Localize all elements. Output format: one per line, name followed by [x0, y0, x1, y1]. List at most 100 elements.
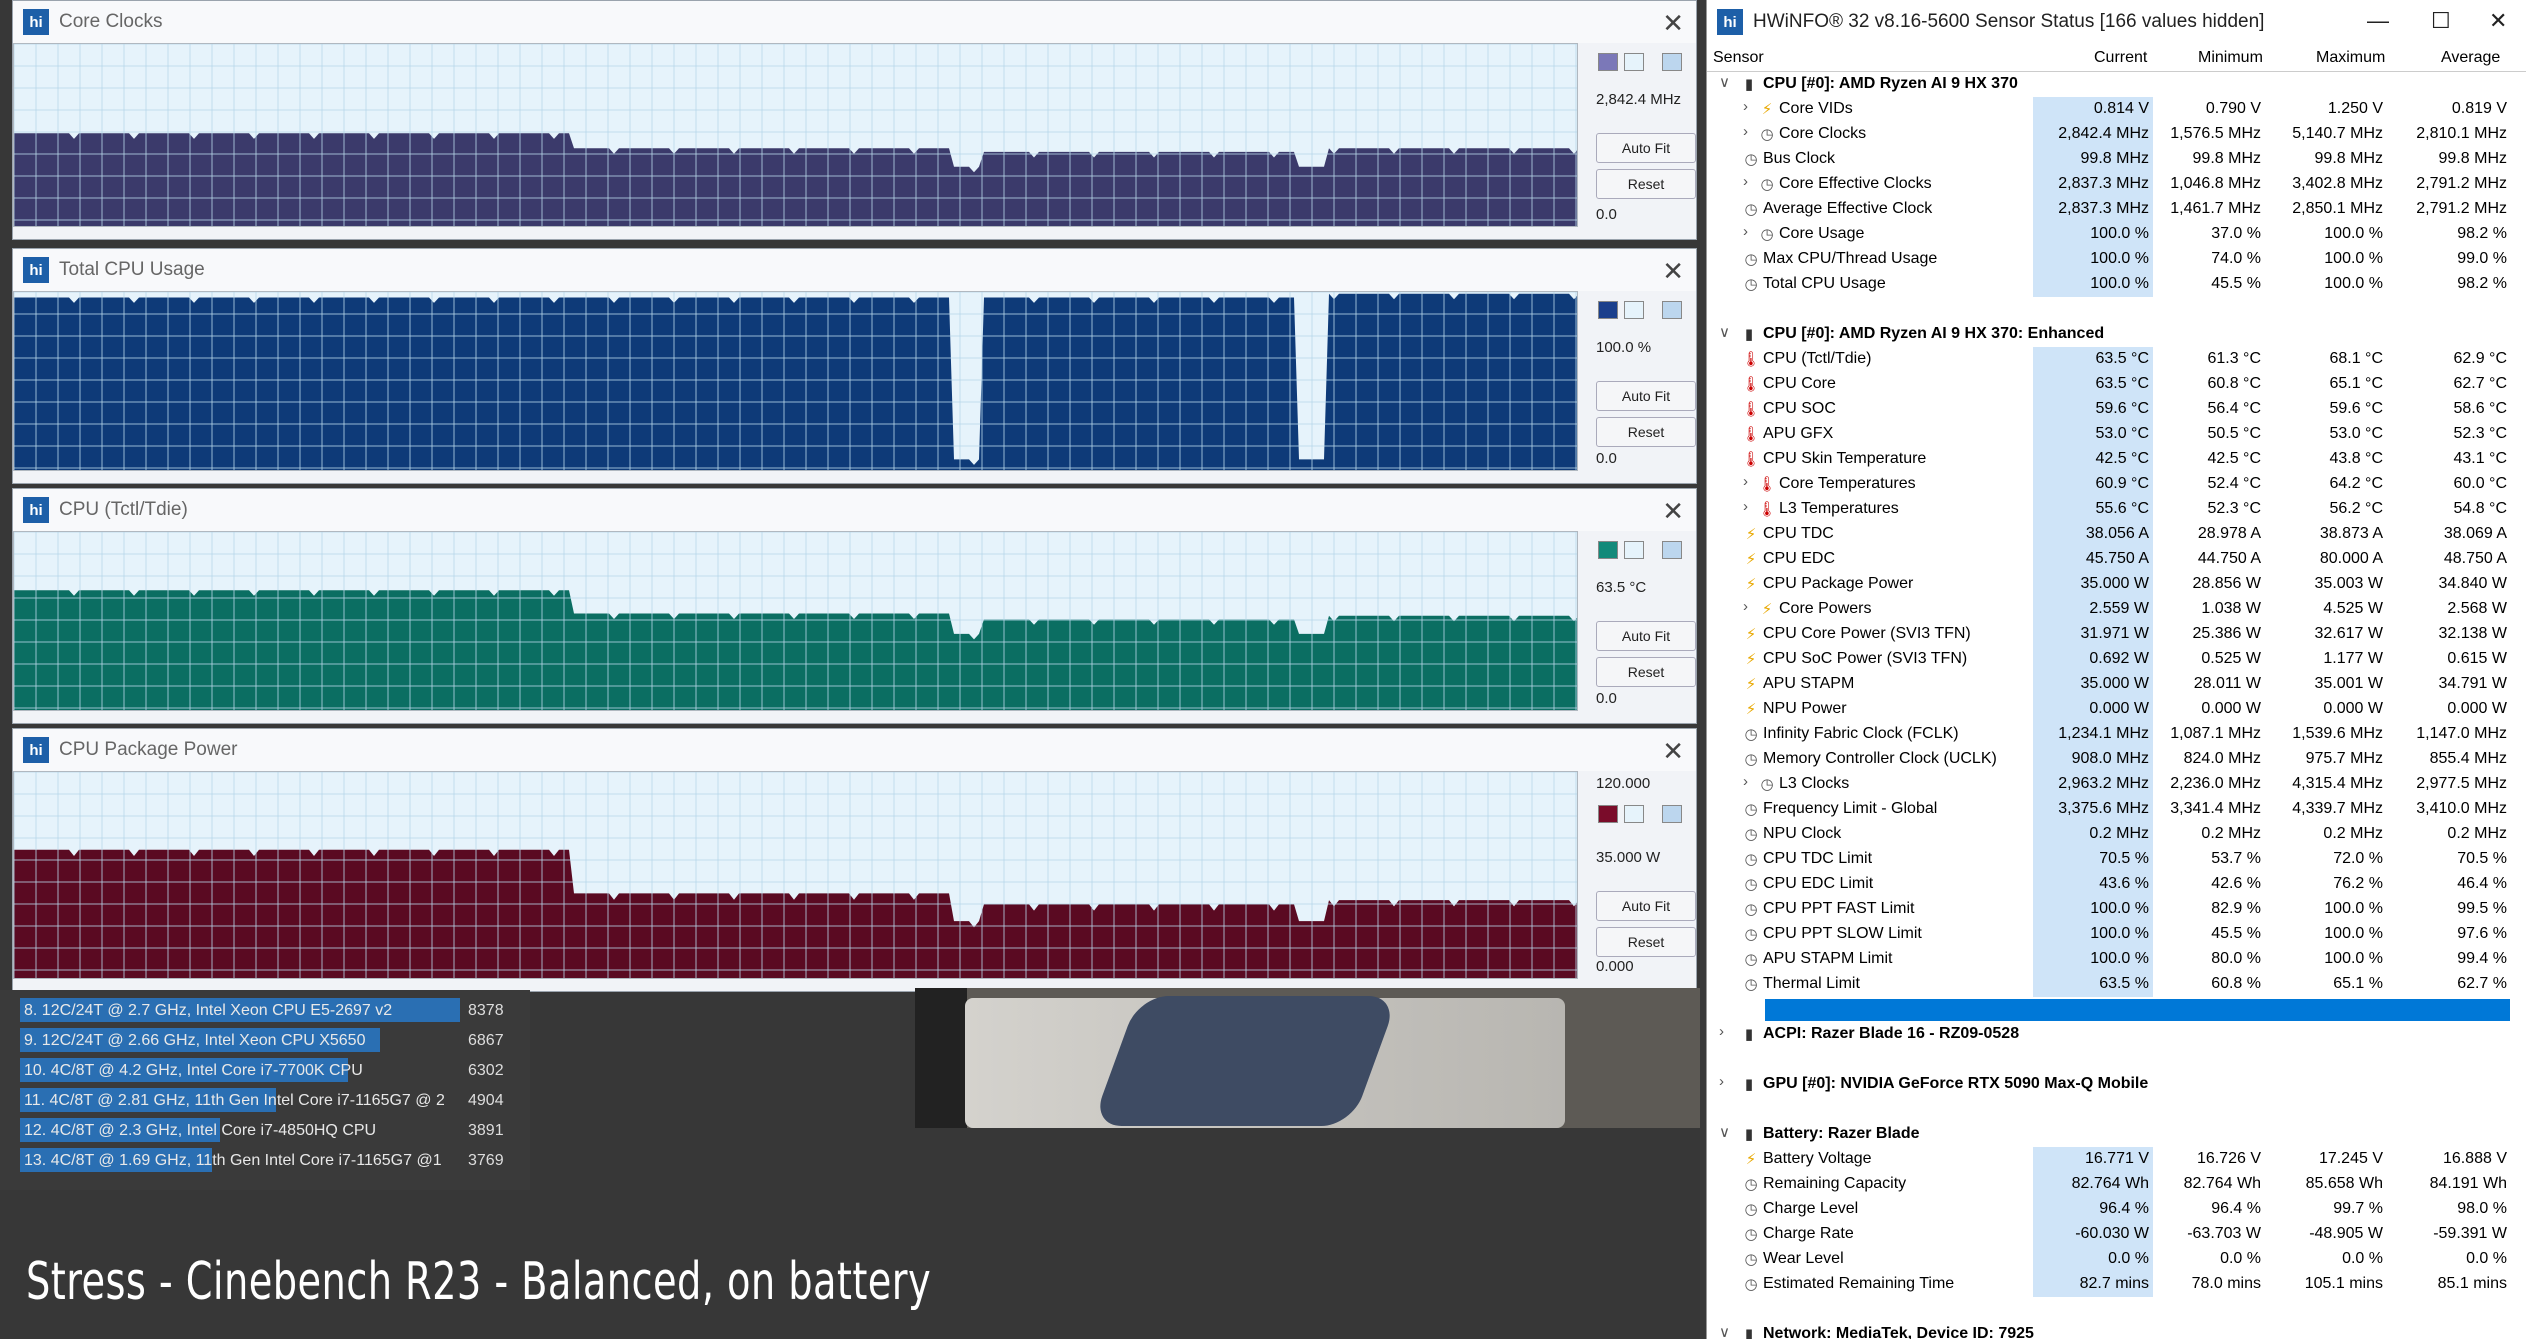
reset-button[interactable]: Reset: [1596, 417, 1696, 447]
expand-toggle-icon[interactable]: ›: [1743, 98, 1748, 115]
background-color-swatch[interactable]: [1624, 541, 1644, 559]
expand-toggle-icon[interactable]: ∨: [1719, 1123, 1730, 1141]
sensor-row[interactable]: 🌡 CPU (Tctl/Tdie) 63.5 °C 61.3 °C 68.1 °C 62.…: [1707, 347, 2526, 372]
expand-toggle-icon[interactable]: ›: [1719, 1023, 1724, 1040]
grid-color-swatch[interactable]: [1662, 301, 1682, 319]
sensor-row[interactable]: › ◷ Core Usage 100.0 % 37.0 % 100.0 % 98.2 %: [1707, 222, 2526, 247]
sensor-row[interactable]: ◷ CPU PPT FAST Limit 100.0 % 82.9 % 100.0 % 9…: [1707, 897, 2526, 922]
sensor-row[interactable]: ⚡ CPU EDC 45.750 A 44.750 A 80.000 A 48.750 A: [1707, 547, 2526, 572]
series-color-swatch[interactable]: [1598, 53, 1618, 71]
graph-titlebar[interactable]: hi CPU (Tctl/Tdie): [13, 489, 1696, 531]
col-sensor[interactable]: Sensor: [1713, 49, 1764, 67]
sensor-row[interactable]: ◷ NPU Clock 0.2 MHz 0.2 MHz 0.2 MHz 0.2 MHz: [1707, 822, 2526, 847]
sensor-row[interactable]: › ◷ Core Effective Clocks 2,837.3 MHz 1,046.…: [1707, 172, 2526, 197]
expand-toggle-icon[interactable]: ›: [1743, 598, 1748, 615]
sensor-row[interactable]: ⚡ CPU TDC 38.056 A 28.978 A 38.873 A 38.069 A: [1707, 522, 2526, 547]
hwinfo-titlebar[interactable]: hi HWiNFO® 32 v8.16-5600 Sensor Status […: [1707, 0, 2526, 44]
auto-fit-button[interactable]: Auto Fit: [1596, 133, 1696, 163]
sensor-row[interactable]: › 🌡 Core Temperatures 60.9 °C 52.4 °C 64.2 °C…: [1707, 472, 2526, 497]
sensor-row[interactable]: ⚡ CPU SoC Power (SVI3 TFN) 0.692 W 0.525 W 1…: [1707, 647, 2526, 672]
minimize-button[interactable]: —: [2367, 8, 2389, 34]
sensor-row[interactable]: ◷ CPU TDC Limit 70.5 % 53.7 % 72.0 % 70.5 %: [1707, 847, 2526, 872]
series-color-swatch[interactable]: [1598, 301, 1618, 319]
background-color-swatch[interactable]: [1624, 301, 1644, 319]
sensor-row[interactable]: ◷ Charge Rate -60.030 W -63.703 W -48.905 W -…: [1707, 1222, 2526, 1247]
sensor-row[interactable]: ⚡ CPU Core Power (SVI3 TFN) 31.971 W 25.386…: [1707, 622, 2526, 647]
expand-toggle-icon[interactable]: ›: [1743, 173, 1748, 190]
sensor-row[interactable]: ⚡ CPU Package Power 35.000 W 28.856 W 35.003…: [1707, 572, 2526, 597]
background-color-swatch[interactable]: [1624, 805, 1644, 823]
sensor-row[interactable]: › ⚡ Core Powers 2.559 W 1.038 W 4.525 W 2.568 …: [1707, 597, 2526, 622]
column-header[interactable]: Sensor Current Minimum Maximum Average: [1707, 44, 2526, 72]
sensor-row[interactable]: ◷ Average Effective Clock 2,837.3 MHz 1,461…: [1707, 197, 2526, 222]
sensor-row[interactable]: ◷ Wear Level 0.0 % 0.0 % 0.0 % 0.0 %: [1707, 1247, 2526, 1272]
sensor-row[interactable]: ◷ Thermal Limit 63.5 % 60.8 % 65.1 % 62.7 %: [1707, 972, 2526, 997]
graph-window[interactable]: hi CPU Package Power ✕ 120.000 35.000 W Auto …: [12, 728, 1697, 992]
graph-window[interactable]: hi Total CPU Usage ✕ 100.0 % Auto Fit Reset 0.…: [12, 248, 1697, 484]
sensor-row[interactable]: ◷ Infinity Fabric Clock (FCLK) 1,234.1 MHz…: [1707, 722, 2526, 747]
grid-color-swatch[interactable]: [1662, 541, 1682, 559]
col-minimum[interactable]: Minimum: [2198, 49, 2263, 67]
close-icon[interactable]: ✕: [1662, 256, 1684, 287]
series-color-swatch[interactable]: [1598, 805, 1618, 823]
col-average[interactable]: Average: [2441, 49, 2500, 67]
auto-fit-button[interactable]: Auto Fit: [1596, 891, 1696, 921]
close-icon[interactable]: ✕: [1662, 496, 1684, 527]
selected-row[interactable]: [1765, 999, 2510, 1021]
sensor-row[interactable]: ◷ CPU PPT SLOW Limit 100.0 % 45.5 % 100.0 % 9…: [1707, 922, 2526, 947]
close-icon[interactable]: ✕: [1662, 736, 1684, 767]
sensor-group-row[interactable]: › ▮ GPU [#0]: NVIDIA GeForce RTX 5090 Max-…: [1707, 1072, 2526, 1097]
expand-toggle-icon[interactable]: ›: [1743, 123, 1748, 140]
expand-toggle-icon[interactable]: ∨: [1719, 1323, 1730, 1339]
sensor-group-row[interactable]: ∨ ▮ CPU [#0]: AMD Ryzen AI 9 HX 370: [1707, 72, 2526, 97]
sensor-row[interactable]: ◷ Remaining Capacity 82.764 Wh 82.764 Wh 85.…: [1707, 1172, 2526, 1197]
col-current[interactable]: Current: [2094, 49, 2147, 67]
graph-window[interactable]: hi Core Clocks ✕ 2,842.4 MHz Auto Fit Reset 0.…: [12, 0, 1697, 240]
sensor-row[interactable]: › ⚡ Core VIDs 0.814 V 0.790 V 1.250 V 0.819 V: [1707, 97, 2526, 122]
sensor-row[interactable]: ⚡ Battery Voltage 16.771 V 16.726 V 17.245 V…: [1707, 1147, 2526, 1172]
sensor-row[interactable]: ◷ Estimated Remaining Time 82.7 mins 78.0 m…: [1707, 1272, 2526, 1297]
sensor-row[interactable]: ◷ Charge Level 96.4 % 96.4 % 99.7 % 98.0 %: [1707, 1197, 2526, 1222]
expand-toggle-icon[interactable]: ›: [1743, 223, 1748, 240]
background-color-swatch[interactable]: [1624, 53, 1644, 71]
sensor-row[interactable]: ◷ APU STAPM Limit 100.0 % 80.0 % 100.0 % 99.4…: [1707, 947, 2526, 972]
sensor-row[interactable]: ◷ CPU EDC Limit 43.6 % 42.6 % 76.2 % 46.4 %: [1707, 872, 2526, 897]
expand-toggle-icon[interactable]: ›: [1719, 1073, 1724, 1090]
sensor-group-row[interactable]: › ▮ ACPI: Razer Blade 16 - RZ09-0528: [1707, 1022, 2526, 1047]
sensor-row[interactable]: 🌡 CPU Core 63.5 °C 60.8 °C 65.1 °C 62.7 °C: [1707, 372, 2526, 397]
reset-button[interactable]: Reset: [1596, 169, 1696, 199]
graph-window[interactable]: hi CPU (Tctl/Tdie) ✕ 63.5 °C Auto Fit Reset 0.…: [12, 488, 1697, 724]
sensor-row[interactable]: ◷ Memory Controller Clock (UCLK) 908.0 MHz…: [1707, 747, 2526, 772]
expand-toggle-icon[interactable]: ∨: [1719, 323, 1730, 341]
close-icon[interactable]: ✕: [1662, 8, 1684, 39]
sensor-group-row[interactable]: ∨ ▮ Network: MediaTek, Device ID: 7925: [1707, 1322, 2526, 1339]
graph-titlebar[interactable]: hi CPU Package Power: [13, 729, 1696, 771]
grid-color-swatch[interactable]: [1662, 53, 1682, 71]
sensor-row[interactable]: › ◷ Core Clocks 2,842.4 MHz 1,576.5 MHz 5,140…: [1707, 122, 2526, 147]
graph-titlebar[interactable]: hi Total CPU Usage: [13, 249, 1696, 291]
sensor-row[interactable]: › ◷ L3 Clocks 2,963.2 MHz 2,236.0 MHz 4,315.4…: [1707, 772, 2526, 797]
series-color-swatch[interactable]: [1598, 541, 1618, 559]
sensor-row[interactable]: › 🌡 L3 Temperatures 55.6 °C 52.3 °C 56.2 °C 54…: [1707, 497, 2526, 522]
expand-toggle-icon[interactable]: ›: [1743, 498, 1748, 515]
auto-fit-button[interactable]: Auto Fit: [1596, 381, 1696, 411]
sensor-row[interactable]: 🌡 APU GFX 53.0 °C 50.5 °C 53.0 °C 52.3 °C: [1707, 422, 2526, 447]
graph-titlebar[interactable]: hi Core Clocks: [13, 1, 1696, 43]
maximize-button[interactable]: ☐: [2431, 8, 2451, 34]
expand-toggle-icon[interactable]: ∨: [1719, 73, 1730, 91]
reset-button[interactable]: Reset: [1596, 657, 1696, 687]
sensor-group-row[interactable]: ∨ ▮ CPU [#0]: AMD Ryzen AI 9 HX 370: Enhan…: [1707, 322, 2526, 347]
hwinfo-window[interactable]: hi HWiNFO® 32 v8.16-5600 Sensor Status […: [1706, 0, 2526, 1339]
sensor-list[interactable]: ∨ ▮ CPU [#0]: AMD Ryzen AI 9 HX 370 › ⚡ Core …: [1707, 72, 2526, 1339]
expand-toggle-icon[interactable]: ›: [1743, 773, 1748, 790]
sensor-group-row[interactable]: ∨ ▮ Battery: Razer Blade: [1707, 1122, 2526, 1147]
reset-button[interactable]: Reset: [1596, 927, 1696, 957]
col-maximum[interactable]: Maximum: [2316, 49, 2385, 67]
expand-toggle-icon[interactable]: ›: [1743, 473, 1748, 490]
auto-fit-button[interactable]: Auto Fit: [1596, 621, 1696, 651]
sensor-row[interactable]: ⚡ APU STAPM 35.000 W 28.011 W 35.001 W 34.791…: [1707, 672, 2526, 697]
close-button[interactable]: ✕: [2489, 8, 2507, 34]
sensor-row[interactable]: ◷ Total CPU Usage 100.0 % 45.5 % 100.0 % 98.2…: [1707, 272, 2526, 297]
sensor-row[interactable]: 🌡 CPU Skin Temperature 42.5 °C 42.5 °C 43.8 …: [1707, 447, 2526, 472]
sensor-row[interactable]: ⚡ NPU Power 0.000 W 0.000 W 0.000 W 0.000 W: [1707, 697, 2526, 722]
